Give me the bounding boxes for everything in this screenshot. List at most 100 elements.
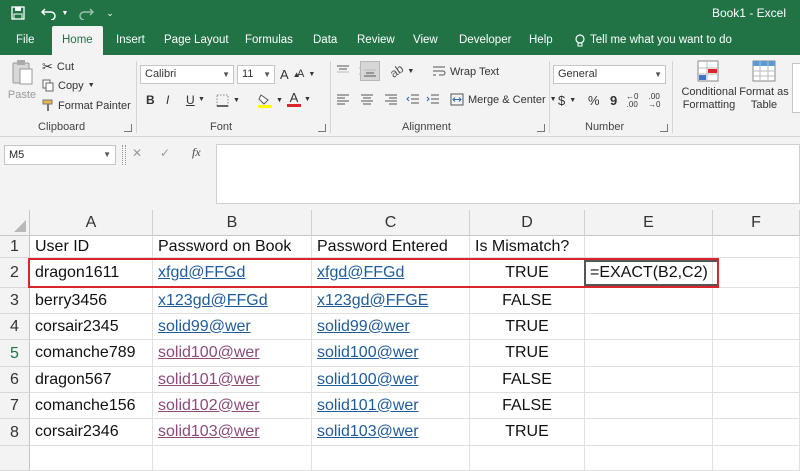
cell-b1[interactable]: Password on Book bbox=[153, 236, 312, 258]
cell-c7[interactable]: solid101@wer bbox=[312, 393, 470, 419]
tab-help[interactable]: Help bbox=[527, 26, 555, 55]
cell-c8[interactable]: solid103@wer bbox=[312, 419, 470, 446]
decrease-decimal-button[interactable]: .00 →0 bbox=[648, 93, 660, 109]
cell-e3[interactable] bbox=[585, 288, 713, 314]
customize-icon[interactable]: ⌄ bbox=[104, 4, 116, 22]
tell-me-search[interactable]: Tell me what you want to do bbox=[572, 26, 734, 55]
cell-e9[interactable] bbox=[585, 446, 713, 471]
cell-b6[interactable]: solid101@wer bbox=[153, 367, 312, 393]
underline-button[interactable]: U bbox=[186, 93, 195, 107]
align-center-button[interactable] bbox=[360, 93, 374, 105]
tab-home[interactable]: Home bbox=[52, 26, 103, 55]
tab-insert[interactable]: Insert bbox=[114, 26, 147, 55]
cell-d2[interactable]: TRUE bbox=[470, 258, 585, 288]
bottom-align-button[interactable] bbox=[360, 61, 380, 81]
wrap-text-button[interactable]: Wrap Text bbox=[432, 65, 499, 78]
cell-c5[interactable]: solid100@wer bbox=[312, 340, 470, 367]
cell-b9[interactable] bbox=[153, 446, 312, 471]
cell-a9[interactable] bbox=[30, 446, 153, 471]
cell-e7[interactable] bbox=[585, 393, 713, 419]
tab-developer[interactable]: Developer bbox=[457, 26, 513, 55]
cut-button[interactable]: ✂ Cut bbox=[42, 59, 74, 75]
cell-c4[interactable]: solid99@wer bbox=[312, 314, 470, 340]
percent-button[interactable]: % bbox=[588, 93, 600, 108]
column-header-e[interactable]: E bbox=[585, 210, 713, 236]
cell-d6[interactable]: FALSE bbox=[470, 367, 585, 393]
borders-button[interactable]: ▼ bbox=[216, 94, 240, 107]
enter-icon[interactable]: ✓ bbox=[160, 146, 170, 160]
tab-formulas[interactable]: Formulas bbox=[243, 26, 295, 55]
cell-c6[interactable]: solid100@wer bbox=[312, 367, 470, 393]
cell-a5[interactable]: comanche789 bbox=[30, 340, 153, 367]
row-header-8[interactable]: 8 bbox=[0, 419, 30, 446]
copy-button[interactable]: Copy ▼ bbox=[42, 79, 95, 92]
tab-page-layout[interactable]: Page Layout bbox=[162, 26, 231, 55]
row-header-1[interactable]: 1 bbox=[0, 236, 30, 258]
top-align-button[interactable] bbox=[336, 64, 350, 78]
row-header-7[interactable]: 7 bbox=[0, 393, 30, 419]
font-size-dropdown[interactable]: 11 ▼ bbox=[237, 65, 275, 84]
format-as-table-button[interactable]: Format as Table bbox=[739, 59, 789, 111]
column-header-c[interactable]: C bbox=[312, 210, 470, 236]
cell-a7[interactable]: comanche156 bbox=[30, 393, 153, 419]
column-header-f[interactable]: F bbox=[713, 210, 800, 236]
cell-d7[interactable]: FALSE bbox=[470, 393, 585, 419]
merge-center-button[interactable]: Merge & Center ▼ bbox=[450, 93, 557, 106]
cell-b4[interactable]: solid99@wer bbox=[153, 314, 312, 340]
cell-d1[interactable]: Is Mismatch? bbox=[470, 236, 585, 258]
save-icon[interactable] bbox=[8, 4, 28, 22]
clipboard-launcher-icon[interactable] bbox=[124, 124, 132, 132]
cell-b5[interactable]: solid100@wer bbox=[153, 340, 312, 367]
cell-b2[interactable]: xfgd@FFGd bbox=[153, 258, 312, 288]
paste-button[interactable]: Paste bbox=[6, 59, 38, 101]
column-header-a[interactable]: A bbox=[30, 210, 153, 236]
cell-b8[interactable]: solid103@wer bbox=[153, 419, 312, 446]
number-launcher-icon[interactable] bbox=[660, 124, 668, 132]
bold-button[interactable]: B bbox=[146, 93, 155, 107]
cancel-icon[interactable]: ✕ bbox=[132, 146, 142, 160]
row-header-2[interactable]: 2 bbox=[0, 258, 30, 288]
cell-f8[interactable] bbox=[713, 419, 800, 446]
cell-d3[interactable]: FALSE bbox=[470, 288, 585, 314]
cell-f9[interactable] bbox=[713, 446, 800, 471]
redo-icon[interactable] bbox=[76, 4, 96, 22]
cell-styles-gallery[interactable] bbox=[792, 63, 800, 113]
column-header-b[interactable]: B bbox=[153, 210, 312, 236]
cell-f7[interactable] bbox=[713, 393, 800, 419]
column-header-d[interactable]: D bbox=[470, 210, 585, 236]
tab-review[interactable]: Review bbox=[355, 26, 397, 55]
undo-dropdown-icon[interactable]: ▼ bbox=[60, 4, 70, 22]
fill-color-button[interactable]: ▼ bbox=[258, 93, 283, 108]
font-name-dropdown[interactable]: Calibri ▼ bbox=[140, 65, 234, 84]
resize-handle[interactable] bbox=[122, 145, 126, 165]
shrink-font-button[interactable]: A ▼ bbox=[297, 68, 315, 80]
cell-c3[interactable]: x123gd@FFGE bbox=[312, 288, 470, 314]
increase-indent-button[interactable] bbox=[426, 93, 440, 105]
cell-e6[interactable] bbox=[585, 367, 713, 393]
cell-b3[interactable]: x123gd@FFGd bbox=[153, 288, 312, 314]
orientation-button[interactable]: ab ▼ bbox=[387, 61, 414, 80]
cell-d4[interactable]: TRUE bbox=[470, 314, 585, 340]
currency-button[interactable]: $ ▼ bbox=[558, 93, 576, 108]
conditional-formatting-button[interactable]: Conditional Formatting bbox=[678, 59, 740, 111]
cell-a3[interactable]: berry3456 bbox=[30, 288, 153, 314]
align-right-button[interactable] bbox=[384, 93, 398, 105]
cell-c2[interactable]: xfgd@FFGd bbox=[312, 258, 470, 288]
cell-a6[interactable]: dragon567 bbox=[30, 367, 153, 393]
cell-d8[interactable]: TRUE bbox=[470, 419, 585, 446]
comma-style-button[interactable]: 9 bbox=[610, 93, 617, 108]
cell-e2[interactable]: =EXACT(B2,C2) bbox=[585, 258, 713, 288]
cell-a2[interactable]: dragon1611 bbox=[30, 258, 153, 288]
number-format-dropdown[interactable]: General ▼ bbox=[553, 65, 666, 84]
row-header-6[interactable]: 6 bbox=[0, 367, 30, 393]
format-painter-button[interactable]: Format Painter bbox=[42, 99, 131, 112]
cell-e4[interactable] bbox=[585, 314, 713, 340]
cell-e8[interactable] bbox=[585, 419, 713, 446]
font-color-button[interactable]: A bbox=[287, 91, 301, 107]
cell-a4[interactable]: corsair2345 bbox=[30, 314, 153, 340]
cell-a1[interactable]: User ID bbox=[30, 236, 153, 258]
alignment-launcher-icon[interactable] bbox=[537, 124, 545, 132]
row-header-4[interactable]: 4 bbox=[0, 314, 30, 340]
tab-data[interactable]: Data bbox=[311, 26, 339, 55]
row-header-3[interactable]: 3 bbox=[0, 288, 30, 314]
